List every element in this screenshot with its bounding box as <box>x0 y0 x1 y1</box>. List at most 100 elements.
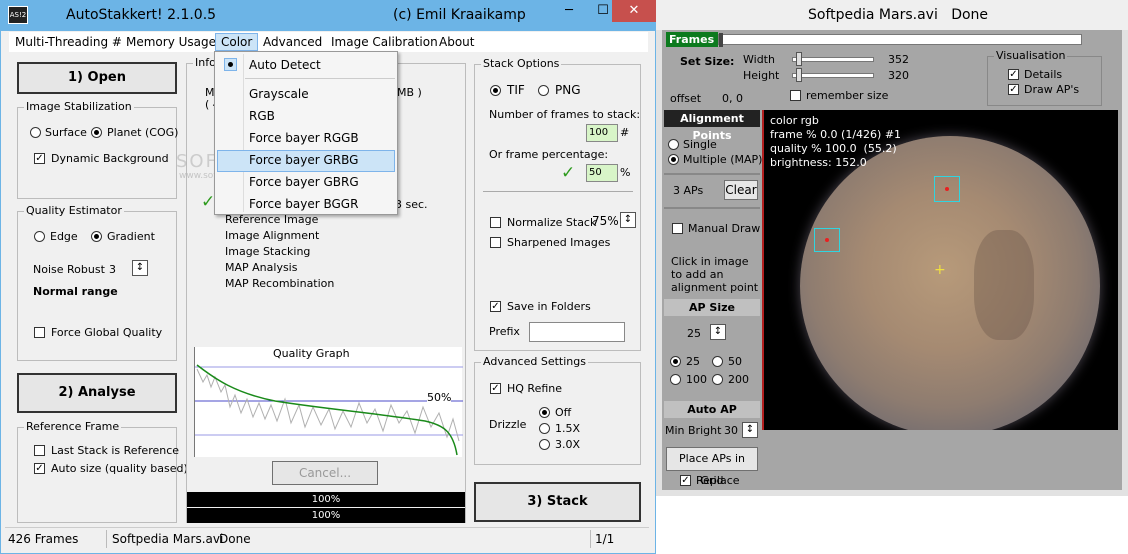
cancel-button[interactable]: Cancel... <box>272 461 378 485</box>
frames-to-stack-input[interactable]: 100 <box>586 124 618 142</box>
surface-label: Surface <box>45 126 87 139</box>
auto-size-checkbox[interactable]: ✓ <box>34 463 45 474</box>
drizzle-label: Drizzle <box>489 418 527 431</box>
frame-percentage-input[interactable]: 50 <box>586 164 618 182</box>
color-option-bggr[interactable]: Force bayer BGGR <box>249 197 358 211</box>
ap-size-100-label: 100 <box>686 373 707 386</box>
auto-size-label: Auto size (quality based) <box>51 462 188 475</box>
frames-slider-thumb[interactable] <box>719 33 723 47</box>
ap-size-spinner-icon[interactable]: ↕ <box>710 324 726 340</box>
remember-size-checkbox[interactable] <box>790 90 801 101</box>
noise-robust-label: Noise Robust <box>33 263 105 276</box>
tif-radio[interactable] <box>490 85 501 96</box>
menu-color[interactable]: Color <box>215 33 259 51</box>
ap-size-200-radio[interactable] <box>712 374 723 385</box>
multiple-ap-radio[interactable] <box>668 154 679 165</box>
draw-aps-checkbox[interactable]: ✓ <box>1008 84 1019 95</box>
minimize-button[interactable]: ─ <box>552 0 586 22</box>
status-frames: 426 Frames <box>8 532 79 546</box>
quality-graph-title: Quality Graph <box>273 347 350 360</box>
last-stack-checkbox[interactable] <box>34 445 45 456</box>
save-in-folders-checkbox[interactable]: ✓ <box>490 301 501 312</box>
frames-label: Frames <box>666 32 718 47</box>
noise-robust-spinner-icon[interactable]: ↕ <box>132 260 148 276</box>
frame-percentage-label: Or frame percentage: <box>489 148 609 161</box>
menu-image-calibration[interactable]: Image Calibration <box>331 35 438 49</box>
ap-size-25-radio[interactable] <box>670 356 681 367</box>
status-divider <box>106 530 107 548</box>
preview-title-bar[interactable]: Softpedia Mars.avi Done <box>656 0 1128 30</box>
step-image-alignment: Image Alignment <box>225 229 320 242</box>
menu-about[interactable]: About <box>439 35 474 49</box>
height-slider-thumb[interactable] <box>796 68 802 82</box>
force-global-quality-checkbox[interactable] <box>34 327 45 338</box>
gradient-label: Gradient <box>107 230 155 243</box>
quality-graph: Quality Graph 50% <box>194 347 463 457</box>
reference-frame-group: Reference Frame Last Stack is Reference … <box>17 420 188 523</box>
normalize-stack-checkbox[interactable] <box>490 217 501 228</box>
width-slider-thumb[interactable] <box>796 52 802 66</box>
preview-body: Frames Set Size: Width 352 Height 320 of… <box>662 30 1122 490</box>
frames-slider[interactable] <box>718 34 1082 45</box>
normalize-spinner-icon[interactable]: ↕ <box>620 212 636 228</box>
details-checkbox[interactable]: ✓ <box>1008 69 1019 80</box>
drizzle-15-radio[interactable] <box>539 423 550 434</box>
width-label: Width <box>743 53 775 66</box>
details-label: Details <box>1024 68 1063 81</box>
min-bright-spinner-icon[interactable]: ↕ <box>742 422 758 438</box>
planet-radio[interactable] <box>91 127 102 138</box>
clear-aps-button[interactable]: Clear <box>724 180 758 200</box>
ap-hint-line-3: alignment point <box>671 281 759 294</box>
step-map-recombination: MAP Recombination <box>225 277 335 290</box>
draw-aps-label: Draw AP's <box>1024 83 1080 96</box>
mars-image-view[interactable]: + color rgb frame % 0.0 (1/426) #1 quali… <box>762 110 1118 430</box>
dynamic-background-checkbox[interactable]: ✓ <box>34 153 45 164</box>
menu-memory-usage[interactable]: Memory Usage <box>126 35 216 49</box>
prefix-input[interactable] <box>529 322 625 342</box>
ap-size-100-radio[interactable] <box>670 374 681 385</box>
hq-refine-checkbox[interactable]: ✓ <box>490 383 501 394</box>
drizzle-off-radio[interactable] <box>539 407 550 418</box>
height-slider[interactable] <box>792 73 874 78</box>
remember-size-label: remember size <box>806 89 889 102</box>
color-option-rggb[interactable]: Force bayer RGGB <box>249 131 359 145</box>
status-file: Softpedia Mars.avi <box>112 532 224 546</box>
tif-label: TIF <box>507 83 525 97</box>
ap-size-25-label: 25 <box>686 355 700 368</box>
color-option-gbrg[interactable]: Force bayer GBRG <box>249 175 359 189</box>
gradient-radio[interactable] <box>91 231 102 242</box>
edge-radio[interactable] <box>34 231 45 242</box>
drizzle-30-radio[interactable] <box>539 439 550 450</box>
open-button[interactable]: 1) Open <box>17 62 177 94</box>
frames-to-stack-label: Number of frames to stack: <box>489 108 641 121</box>
replace-checkbox[interactable]: ✓ <box>680 475 691 486</box>
surface-radio[interactable] <box>30 127 41 138</box>
height-label: Height <box>743 69 780 82</box>
color-option-auto-detect[interactable]: Auto Detect <box>249 58 321 72</box>
ap-count: 3 APs <box>673 184 704 197</box>
ap-hint-line-1: Click in image <box>671 255 749 268</box>
color-option-grbg[interactable]: Force bayer GRBG <box>249 153 358 167</box>
png-radio[interactable] <box>538 85 549 96</box>
width-slider[interactable] <box>792 57 874 62</box>
place-aps-in-grid-button[interactable]: Place APs in Grid <box>666 447 758 487</box>
color-option-rgb[interactable]: RGB <box>249 109 275 123</box>
planet-label: Planet (COG) <box>107 126 179 139</box>
visualisation-group: Visualisation ✓ Details ✓ Draw AP's <box>987 49 1102 106</box>
manual-draw-checkbox[interactable] <box>672 223 683 234</box>
close-button[interactable]: ✕ <box>612 0 656 22</box>
drizzle-off-label: Off <box>555 406 572 419</box>
stack-options-divider <box>483 191 633 192</box>
menu-multithreading[interactable]: Multi-Threading # <box>15 35 122 49</box>
sharpened-images-checkbox[interactable] <box>490 237 501 248</box>
ap-size-50-radio[interactable] <box>712 356 723 367</box>
menu-advanced[interactable]: Advanced <box>263 35 322 49</box>
title-bar[interactable]: AS!2 AutoStakkert! 2.1.0.5 (c) Emil Kraa… <box>0 0 656 31</box>
single-ap-radio[interactable] <box>668 139 679 150</box>
analyse-button[interactable]: 2) Analyse <box>17 373 177 413</box>
ap-size-200-label: 200 <box>728 373 749 386</box>
window-author: (c) Emil Kraaikamp <box>393 7 526 23</box>
alignment-point-marker <box>825 238 829 242</box>
color-option-grayscale[interactable]: Grayscale <box>249 87 309 101</box>
stack-button[interactable]: 3) Stack <box>474 482 641 522</box>
